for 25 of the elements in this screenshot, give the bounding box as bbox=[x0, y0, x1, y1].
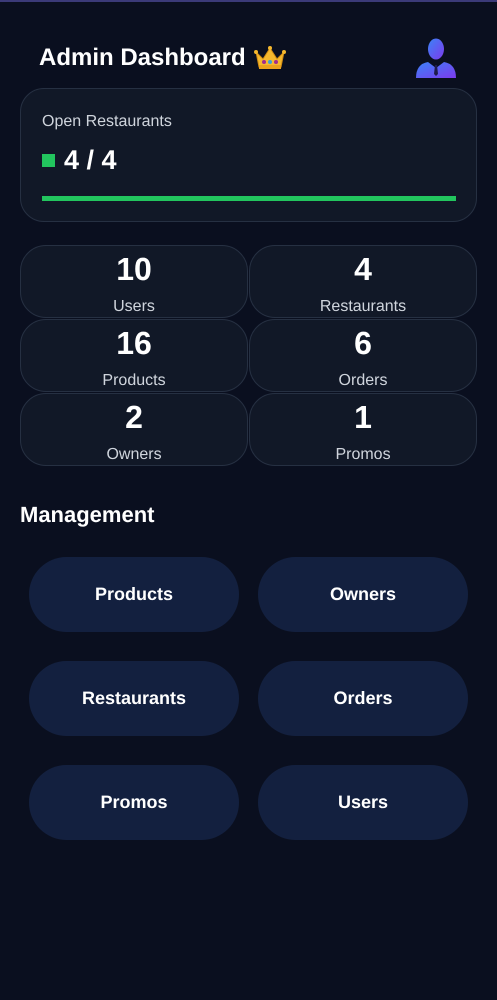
management-button[interactable]: Owners bbox=[258, 557, 468, 632]
stat-value: 4 bbox=[354, 250, 372, 288]
stat-label: Owners bbox=[106, 445, 162, 465]
management-button[interactable]: Orders bbox=[258, 661, 468, 736]
user-avatar-icon[interactable] bbox=[414, 38, 458, 78]
management-button[interactable]: Restaurants bbox=[29, 661, 239, 736]
status-square-icon bbox=[42, 154, 55, 167]
stat-value: 2 bbox=[125, 398, 143, 436]
stat-label: Products bbox=[102, 371, 166, 391]
management-button[interactable]: Users bbox=[258, 765, 468, 840]
stat-value: 1 bbox=[354, 398, 372, 436]
page-title: Admin Dashboard bbox=[39, 44, 246, 72]
stat-value: 6 bbox=[354, 324, 372, 362]
management-button[interactable]: Products bbox=[29, 557, 239, 632]
stat-label: Users bbox=[113, 297, 155, 317]
stat-label: Promos bbox=[335, 445, 391, 465]
card-label: Open Restaurants bbox=[42, 113, 173, 131]
stat-value: 16 bbox=[116, 324, 152, 362]
stat-label: Restaurants bbox=[320, 297, 406, 317]
management-button[interactable]: Promos bbox=[29, 765, 239, 840]
stat-label: Orders bbox=[338, 371, 388, 391]
section-title: Management bbox=[20, 502, 156, 528]
card-value: 4 / 4 bbox=[64, 145, 117, 176]
crown-icon bbox=[254, 45, 286, 71]
stat-value: 10 bbox=[116, 250, 152, 288]
